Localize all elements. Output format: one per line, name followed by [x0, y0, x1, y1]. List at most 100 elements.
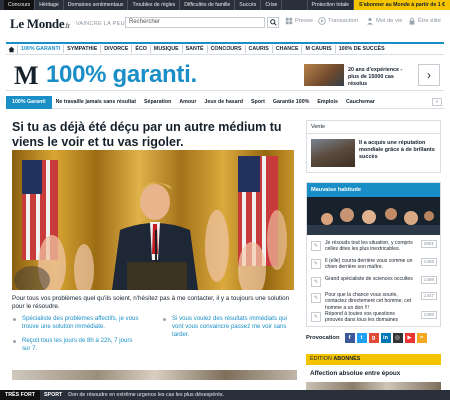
bullet-link[interactable]: Si vous voulez des résultats immédiats q…: [162, 315, 292, 339]
topbar-link[interactable]: Concours: [4, 0, 36, 10]
section-title[interactable]: 100% garanti.: [46, 61, 197, 89]
mh-list-item[interactable]: ✎ Je résouds tout les situation, y compr…: [311, 239, 438, 255]
mh-list-item[interactable]: ✎ Grand spécialiste de sciences occultes…: [311, 275, 438, 291]
header-link-presse[interactable]: Presse: [285, 17, 313, 25]
linkedin-icon[interactable]: in: [380, 333, 391, 343]
section-banner: M 100% garanti. 20 ans d'expérience - pl…: [6, 58, 444, 91]
search-button[interactable]: [267, 17, 279, 28]
mauvaise-habitude-label: Mauvaise habitude: [307, 183, 440, 197]
rss-icon[interactable]: ≈: [416, 333, 427, 343]
chat-icon: ✎: [311, 277, 321, 287]
twitter-icon[interactable]: t: [356, 333, 367, 343]
instagram-icon[interactable]: ◎: [392, 333, 403, 343]
topbar-link[interactable]: Troubles de règles: [128, 0, 181, 10]
subnav-next-button[interactable]: ›: [432, 98, 442, 106]
crowd-photo: [307, 197, 440, 235]
lock-icon: [409, 17, 415, 25]
banner-next-button[interactable]: ›: [418, 64, 440, 86]
subscribe-button[interactable]: S'abonner au Monde à partir de 1 €: [354, 0, 450, 10]
site-logo[interactable]: Le Monde.fr: [10, 16, 70, 32]
nav-item-eco[interactable]: ÉCO: [132, 45, 151, 53]
header-link-etre-elite[interactable]: Être élite: [408, 17, 441, 25]
subnav-item[interactable]: Séparation: [140, 99, 175, 105]
site-tagline: VAINCRE LA PEUR: [75, 20, 130, 27]
subnav-item-garanti[interactable]: 100% Garanti: [6, 95, 52, 109]
article-lead: Pour tous vos problèmes quel qu'ils soie…: [12, 295, 290, 310]
search-icon: [269, 19, 277, 26]
nav-item-chance[interactable]: CHANCE: [273, 45, 303, 53]
section-mark: M: [14, 61, 39, 90]
article-bullets: Spécialiste des problèmes affectifs, je …: [12, 315, 297, 359]
nav-item-cauris[interactable]: CAURIS: [246, 45, 273, 53]
vente-box: Vente Il a acquis une réputation mondial…: [306, 120, 441, 173]
subnav-item[interactable]: Jeux de hasard: [200, 99, 247, 105]
chat-icon: ✎: [311, 259, 321, 269]
main-nav: 100% GARANTI SYMPATHIE DIVORCE ÉCO MUSIQ…: [6, 42, 444, 55]
ticker-label: TRÈS FORT: [0, 390, 41, 400]
top-bar: Concours Héritage Domaines sentimentaux …: [0, 0, 450, 10]
googleplus-icon[interactable]: g: [368, 333, 379, 343]
topbar-link[interactable]: Crise: [261, 0, 283, 10]
ticker-text[interactable]: Don de résoudre en extrême urgence les c…: [66, 392, 224, 398]
youtube-icon[interactable]: ▶: [404, 333, 415, 343]
nav-item-succes[interactable]: 100% DE SUCCÈS: [336, 45, 388, 53]
bullet-link[interactable]: Spécialiste des problèmes affectifs, je …: [12, 315, 142, 331]
mauvaise-habitude-box: Mauvaise habitude ✎ Je résouds tout les …: [306, 182, 441, 327]
subnav-item[interactable]: Amour: [175, 99, 200, 105]
comment-count: 2891: [420, 240, 437, 248]
person-icon: [367, 17, 373, 25]
nav-item-sympathie[interactable]: SYMPATHIE: [64, 45, 102, 53]
section-nav: 100% Garanti Ne travaille jamais sans ré…: [6, 95, 444, 109]
related-image-strip[interactable]: [12, 370, 297, 380]
vente-image[interactable]: [311, 139, 355, 167]
article-title[interactable]: Si tu as déjà été déçu par un autre médi…: [12, 120, 297, 150]
topbar-link[interactable]: Succès: [235, 0, 262, 10]
chat-icon: ✎: [311, 293, 321, 303]
play-icon: [318, 17, 326, 25]
mh-list-item[interactable]: ✎ Pour que la chance vous sourie, contac…: [311, 291, 438, 311]
header-link-moi-de-vie[interactable]: Moi de vie: [366, 17, 402, 25]
bullet-link[interactable]: Reçoit tous les jours de 8h à 22h, 7 jou…: [12, 337, 142, 353]
breaking-ticker: TRÈS FORT SPORT Don de résoudre en extrê…: [0, 390, 450, 400]
article-hero-image[interactable]: [12, 150, 294, 290]
nav-item-garanti[interactable]: 100% GARANTI: [18, 45, 65, 53]
mh-list-item[interactable]: ✎ Il (elle) courra derrière vous comme u…: [311, 257, 438, 273]
mh-list-item[interactable]: ✎ Répond à toutes vos questions prouvés …: [311, 310, 438, 326]
topbar-link[interactable]: Héritage: [35, 0, 64, 10]
hero-photo: [12, 150, 294, 290]
chat-icon: ✎: [311, 312, 321, 322]
nav-item-musique[interactable]: MUSIQUE: [151, 45, 183, 53]
nav-item-divorce[interactable]: DIVORCE: [101, 45, 133, 53]
edition-article-title[interactable]: Affection absolue entre époux: [310, 370, 440, 378]
promo-text[interactable]: 20 ans d'expérience - plus de 15000 cas …: [348, 67, 410, 88]
comment-count: 1469: [420, 258, 437, 266]
topbar-link[interactable]: Domaines sentimentaux: [64, 0, 129, 10]
header-link-transaction[interactable]: Transaction: [318, 17, 358, 25]
subnav-item[interactable]: Ne travaille jamais sans résultat: [52, 99, 140, 105]
subnav-item[interactable]: Cauchemar: [342, 99, 379, 105]
edition-label: ÉDITION ABONNÉS: [306, 354, 441, 365]
vente-label: Vente: [307, 121, 440, 134]
subnav-item[interactable]: Garantie 100%: [269, 99, 314, 105]
nav-item-m-cauris[interactable]: M CAURIS: [302, 45, 336, 53]
subnav-item[interactable]: Sport: [247, 99, 269, 105]
ticker-category[interactable]: SPORT: [40, 390, 66, 400]
comment-count: 1399: [420, 311, 437, 319]
search-input[interactable]: Rechercher: [125, 17, 265, 28]
grid-icon: [285, 17, 293, 25]
social-bar: Provocation f t g in ◎ ▶ ≈: [306, 331, 441, 345]
comment-count: 1447: [420, 292, 437, 300]
home-button[interactable]: [6, 44, 18, 54]
topbar-protection-link[interactable]: Protection totale: [306, 0, 355, 10]
vente-link[interactable]: Il a acquis une réputation mondiale grâc…: [359, 140, 437, 161]
mh-hero-image[interactable]: [307, 197, 440, 235]
nav-item-sante[interactable]: SANTÉ: [183, 45, 208, 53]
nav-item-concours[interactable]: CONCOURS: [208, 45, 246, 53]
promo-thumbnail[interactable]: [304, 64, 344, 86]
topbar-link[interactable]: Difficultés de famille: [180, 0, 236, 10]
facebook-icon[interactable]: f: [344, 333, 355, 343]
sidebar: Vente Il a acquis une réputation mondial…: [306, 120, 441, 398]
provocation-label: Provocation: [306, 335, 340, 341]
chevron-right-icon: ›: [427, 68, 431, 82]
subnav-item[interactable]: Emplois: [313, 99, 342, 105]
